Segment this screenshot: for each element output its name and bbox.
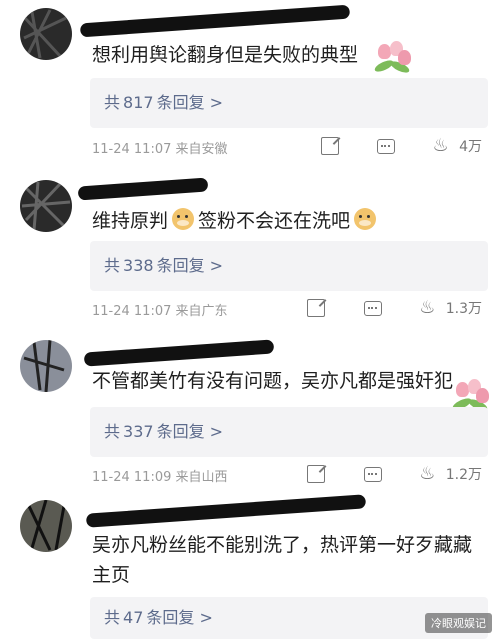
- replies-suffix: 条回复: [146, 608, 195, 627]
- avatar[interactable]: [20, 180, 72, 232]
- replies-suffix: 条回复: [156, 93, 205, 112]
- comment-text: 不管都美竹有没有问题，吴亦凡都是强奸犯: [92, 370, 454, 392]
- view-replies-button[interactable]: 共 337 条回复 >: [90, 407, 488, 457]
- replies-prefix: 共: [104, 422, 121, 441]
- comment-icon[interactable]: [363, 466, 382, 482]
- redacted-username: [79, 4, 351, 38]
- fire-like-icon[interactable]: ♨: [418, 299, 436, 317]
- like-count: 1.2万: [445, 467, 482, 483]
- redaction-scribble: [23, 340, 65, 392]
- comment-meta: 11-24 11:09 来自山西: [92, 470, 228, 485]
- watermark: 冷眼观娱记: [425, 613, 492, 633]
- comment-icon[interactable]: [363, 300, 382, 316]
- chevron-right-icon: >: [209, 256, 224, 275]
- redaction-scribble: [26, 500, 66, 551]
- comment-text-part: 签粉不会还在洗吧: [198, 210, 351, 232]
- chevron-right-icon: >: [209, 93, 224, 112]
- replies-prefix: 共: [104, 608, 121, 627]
- comment-actions: ♨ 4万: [287, 136, 482, 156]
- redacted-username: [77, 177, 209, 201]
- doge-icon: [172, 208, 195, 230]
- doge-icon: [354, 208, 377, 230]
- replies-suffix: 条回复: [156, 256, 205, 275]
- redacted-username: [83, 339, 275, 367]
- replies-count: 817: [123, 93, 154, 112]
- avatar[interactable]: [20, 8, 72, 60]
- redacted-username: [85, 494, 367, 528]
- comment-text-part: 维持原判: [92, 210, 169, 232]
- avatar[interactable]: [20, 500, 72, 552]
- fire-like-icon[interactable]: ♨: [418, 465, 436, 483]
- share-icon[interactable]: [320, 137, 339, 155]
- like-count: 4万: [459, 139, 482, 155]
- chevron-right-icon: >: [209, 422, 224, 441]
- redaction-scribble: [23, 9, 67, 59]
- comment-actions: ♨ 1.3万: [273, 298, 482, 318]
- comment-text: 维持原判 签粉不会还在洗吧: [92, 206, 380, 236]
- fire-like-icon[interactable]: ♨: [432, 137, 450, 155]
- view-replies-button[interactable]: 共 817 条回复 >: [90, 78, 488, 128]
- comment-meta: 11-24 11:07 来自广东: [92, 304, 228, 319]
- comment-icon[interactable]: [377, 138, 396, 154]
- comment-text: 想利用舆论翻身但是失败的典型: [92, 44, 359, 66]
- chevron-right-icon: >: [199, 608, 213, 627]
- replies-count: 338: [123, 256, 154, 275]
- comment-text: 吴亦凡粉丝能不能别洗了，热评第一好歹藏藏主页: [92, 534, 473, 586]
- like-count: 1.3万: [445, 301, 482, 317]
- tulip-flower-icon: [372, 38, 412, 75]
- view-replies-button[interactable]: 共 338 条回复 >: [90, 241, 488, 291]
- replies-count: 47: [123, 608, 144, 627]
- replies-count: 337: [123, 422, 154, 441]
- replies-prefix: 共: [104, 93, 121, 112]
- replies-prefix: 共: [104, 256, 121, 275]
- replies-suffix: 条回复: [156, 422, 205, 441]
- comment-meta: 11-24 11:07 来自安徽: [92, 142, 228, 157]
- share-icon[interactable]: [307, 465, 326, 483]
- comment-actions: ♨ 1.2万: [273, 464, 482, 484]
- avatar[interactable]: [20, 340, 72, 392]
- redaction-scribble: [21, 181, 71, 231]
- share-icon[interactable]: [307, 299, 326, 317]
